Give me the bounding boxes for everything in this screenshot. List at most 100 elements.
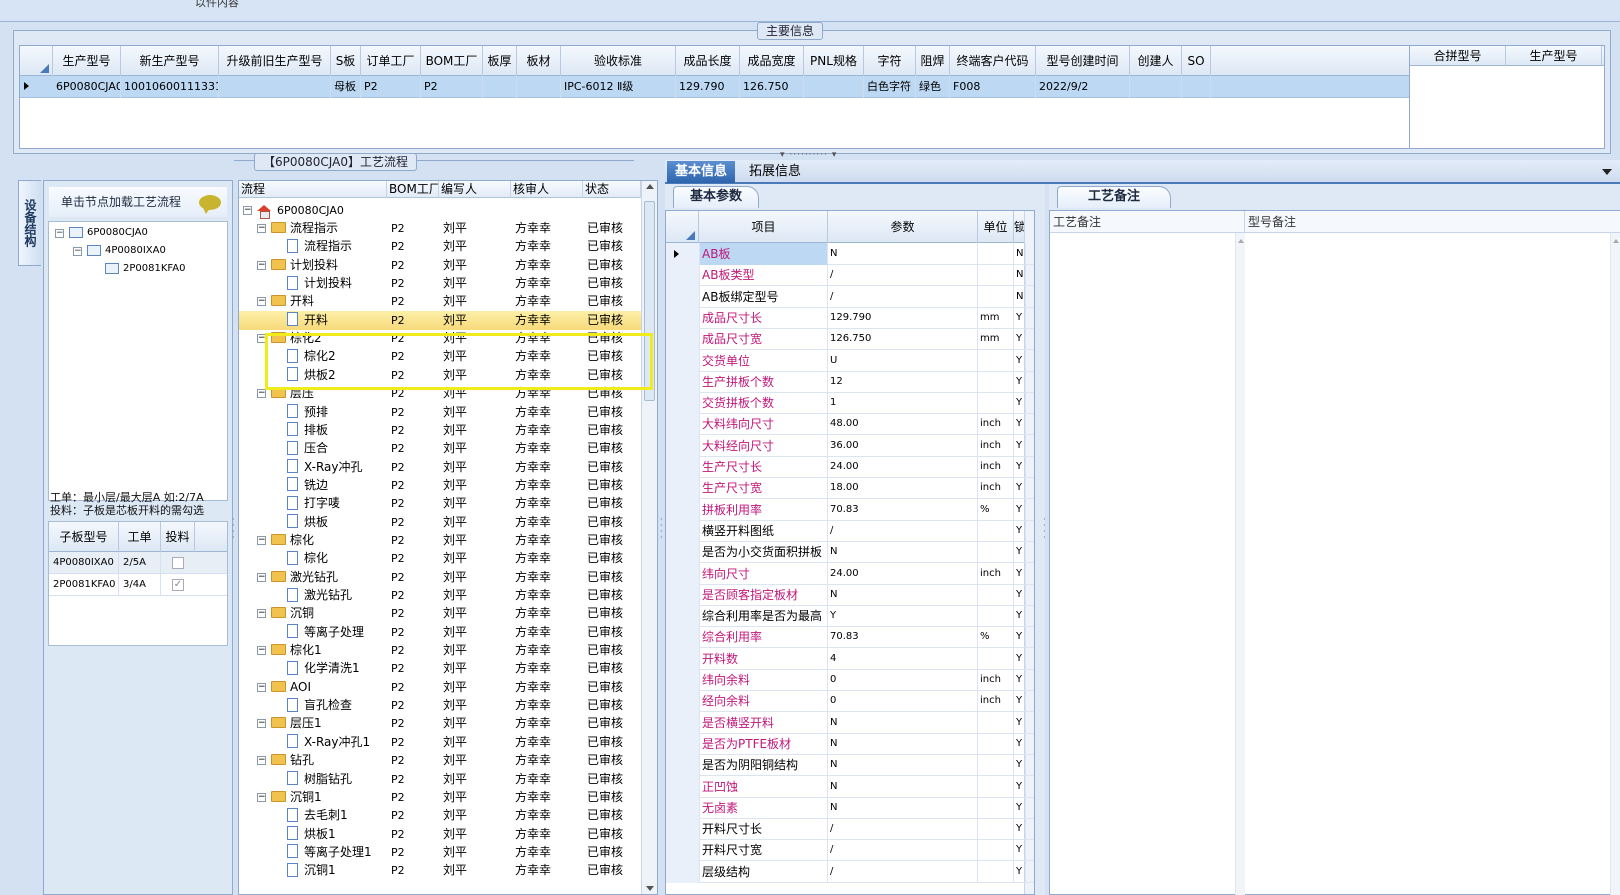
sub-col-header[interactable]: 投料: [161, 522, 195, 552]
param-value-cell[interactable]: 129.790: [828, 306, 978, 329]
row-indicator[interactable]: [666, 541, 700, 564]
row-indicator[interactable]: [666, 775, 700, 798]
param-row[interactable]: 是否顾客指定板材 N Y: [666, 583, 1034, 606]
main-col-header[interactable]: PNL规格: [804, 46, 864, 76]
param-value-cell[interactable]: Y: [828, 605, 978, 628]
main-cell[interactable]: P2: [421, 76, 483, 98]
row-indicator[interactable]: [666, 818, 700, 841]
main-cell[interactable]: P2: [361, 76, 421, 98]
param-value-cell[interactable]: /: [828, 519, 978, 542]
main-cell[interactable]: 母板: [331, 76, 361, 98]
row-indicator[interactable]: [666, 796, 700, 819]
main-col-header[interactable]: 板材: [517, 46, 561, 76]
expand-toggle-icon[interactable]: −: [73, 247, 82, 256]
tab-extended-info[interactable]: 拓展信息: [741, 161, 809, 183]
param-value-cell[interactable]: 24.00: [828, 456, 978, 478]
flow-row[interactable]: 流程指示 P2 刘平 方幸幸 已审核: [239, 237, 641, 256]
main-cell[interactable]: 白色字符: [864, 76, 916, 98]
row-indicator[interactable]: [666, 626, 700, 649]
row-indicator[interactable]: [666, 732, 700, 755]
flow-row[interactable]: − 棕化1 P2 刘平 方幸幸 已审核: [239, 641, 641, 660]
expand-toggle-icon[interactable]: −: [257, 792, 266, 802]
main-col-header[interactable]: 生产型号: [53, 46, 121, 76]
expand-toggle-icon[interactable]: −: [257, 535, 266, 545]
sub-board-row[interactable]: 2P0081KFA0 3/4A ✓: [49, 574, 227, 596]
flow-row[interactable]: 打字唛 P2 刘平 方幸幸 已审核: [239, 494, 641, 513]
row-indicator[interactable]: [666, 498, 700, 521]
param-value-cell[interactable]: 1: [828, 392, 978, 415]
param-row[interactable]: 纬向余料 0 inch Y: [666, 669, 1034, 691]
param-row[interactable]: 层级结构 / Y: [666, 860, 1034, 883]
row-indicator[interactable]: [666, 328, 700, 351]
flow-row[interactable]: − 钻孔 P2 刘平 方幸幸 已审核: [239, 751, 641, 770]
flow-row[interactable]: X-Ray冲孔 P2 刘平 方幸幸 已审核: [239, 458, 641, 477]
basic-params-grid[interactable]: 项目 参数 单位锁 AB板 N N AB板类型 / N AB板绑定型号 / N 成品尺寸长 129.79…: [665, 210, 1035, 895]
main-cell[interactable]: 126.750: [740, 76, 804, 98]
flow-row[interactable]: 开料 P2 刘平 方幸幸 已审核: [239, 310, 641, 330]
main-col-header[interactable]: 板厚: [483, 46, 517, 76]
main-cell[interactable]: 6P0080CJA0: [53, 76, 121, 98]
param-row[interactable]: 大料经向尺寸 36.00 inch Y: [666, 434, 1034, 457]
flow-row[interactable]: 去毛刺1 P2 刘平 方幸幸 已审核: [239, 806, 641, 825]
row-indicator[interactable]: [666, 456, 700, 478]
main-cell[interactable]: 10010600111331: [121, 76, 219, 98]
feed-checkbox[interactable]: ✓: [172, 579, 184, 591]
param-row[interactable]: 正凹蚀 N Y: [666, 775, 1034, 798]
main-cell[interactable]: [517, 76, 561, 98]
expand-toggle-icon[interactable]: −: [55, 229, 64, 238]
main-info-grid[interactable]: 生产型号 新生产型号 升级前旧生产型号 S板 订单工厂 BOM工厂 板厚 板材 验收标准 成品长度…: [19, 45, 1411, 149]
row-indicator[interactable]: [666, 243, 700, 265]
main-col-header[interactable]: 成品宽度: [740, 46, 804, 76]
param-value-cell[interactable]: 0: [828, 669, 978, 691]
row-indicator[interactable]: [666, 285, 700, 308]
flow-row[interactable]: 棕化 P2 刘平 方幸幸 已审核: [239, 549, 641, 568]
flow-row[interactable]: 激光钻孔 P2 刘平 方幸幸 已审核: [239, 586, 641, 605]
flow-row[interactable]: − 激光钻孔 P2 刘平 方幸幸 已审核: [239, 568, 641, 587]
flow-row[interactable]: 排板 P2 刘平 方幸幸 已审核: [239, 421, 641, 440]
param-row[interactable]: 大料纬向尺寸 48.00 inch Y: [666, 413, 1034, 436]
row-indicator[interactable]: [666, 711, 700, 734]
row-indicator[interactable]: [666, 413, 700, 436]
row-indicator[interactable]: [666, 839, 700, 862]
flow-row[interactable]: 压合 P2 刘平 方幸幸 已审核: [239, 439, 641, 458]
main-col-header[interactable]: BOM工厂: [421, 46, 483, 76]
param-value-cell[interactable]: U: [828, 349, 978, 372]
main-cell[interactable]: IPC-6012 Ⅱ级: [561, 76, 676, 98]
row-indicator[interactable]: [666, 264, 700, 287]
param-value-cell[interactable]: N: [828, 711, 978, 734]
tab-process-remark[interactable]: 工艺备注: [1057, 186, 1172, 208]
tree-node[interactable]: 6P0080CJA0: [69, 224, 148, 242]
scroll-down-icon[interactable]: [646, 886, 654, 891]
main-cell[interactable]: [804, 76, 864, 98]
param-row[interactable]: 是否为PTFE板材 N Y: [666, 732, 1034, 755]
param-value-cell[interactable]: N: [828, 541, 978, 564]
param-value-cell[interactable]: 48.00: [828, 413, 978, 436]
main-cell[interactable]: 2022/9/2: [1036, 76, 1130, 98]
row-indicator[interactable]: [666, 370, 700, 393]
main-col-header[interactable]: 订单工厂: [361, 46, 421, 76]
expand-toggle-icon[interactable]: −: [257, 609, 266, 619]
main-cell[interactable]: 绿色: [916, 76, 950, 98]
param-value-cell[interactable]: 36.00: [828, 434, 978, 457]
tab-basic-info[interactable]: 基本信息: [667, 161, 736, 183]
expand-toggle-icon[interactable]: −: [257, 389, 266, 399]
param-row[interactable]: 是否为小交货面积拼板 N Y: [666, 541, 1034, 564]
flow-col-header[interactable]: 流程: [239, 181, 387, 198]
param-value-cell[interactable]: 18.00: [828, 477, 978, 500]
param-row[interactable]: 生产尺寸长 24.00 inch Y: [666, 456, 1034, 478]
row-indicator[interactable]: [666, 562, 700, 585]
main-col-header[interactable]: 字符: [864, 46, 916, 76]
param-value-cell[interactable]: N: [828, 754, 978, 777]
param-row[interactable]: 是否横竖开料 N Y: [666, 711, 1034, 734]
board-structure-tree[interactable]: 6P0080CJA0−4P0080IXA0−2P0081KFA0: [48, 221, 228, 501]
param-row[interactable]: 生产拼板个数 12 Y: [666, 370, 1034, 393]
row-indicator[interactable]: [666, 690, 700, 713]
process-flow-tree[interactable]: 流程 BOM工厂 编写人 核审人 状态 −6P0080CJA0− 流程指示 P2 刘平 方幸幸已…: [238, 180, 658, 895]
flow-row[interactable]: − 层压1 P2 刘平 方幸幸 已审核: [239, 714, 641, 733]
param-value-cell[interactable]: 126.750: [828, 328, 978, 351]
expand-toggle-icon[interactable]: −: [257, 756, 266, 766]
sub-col-header[interactable]: 子板型号: [49, 522, 119, 552]
expand-toggle-icon[interactable]: −: [257, 646, 266, 656]
main-cell[interactable]: [483, 76, 517, 98]
flow-row[interactable]: 烘板1 P2 刘平 方幸幸 已审核: [239, 825, 641, 844]
